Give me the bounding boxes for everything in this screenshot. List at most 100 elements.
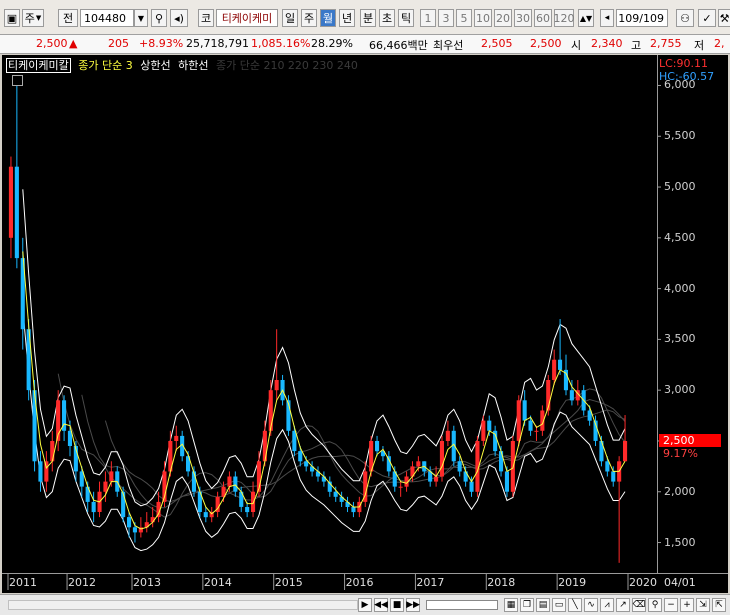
- speaker-icon[interactable]: ◂): [170, 9, 188, 27]
- period-minute-button[interactable]: 분: [360, 9, 376, 27]
- restore-icon[interactable]: ⇱: [712, 598, 726, 612]
- chevron-left-icon[interactable]: ◂: [600, 9, 614, 27]
- date-tick-label: 2020: [629, 576, 657, 589]
- candle-body: [487, 420, 492, 431]
- ruler-icon[interactable]: ▭: [552, 598, 566, 612]
- link-icon[interactable]: ⚇: [676, 9, 694, 27]
- bid-price: 2,505: [481, 37, 513, 50]
- quote-bar: 2,500 ▲ 205 +8.93% 25,718,791 1,085.16% …: [0, 35, 730, 54]
- candle-body: [534, 430, 539, 432]
- zoom-slider[interactable]: [426, 600, 498, 610]
- candle-body: [457, 461, 462, 472]
- change-percent-tag: 9.17%: [663, 446, 698, 460]
- rewind-icon[interactable]: ◀◀: [374, 598, 388, 612]
- candle-body: [351, 507, 356, 513]
- lc-indicator: LC:90.11: [659, 57, 709, 70]
- spin-icon[interactable]: ▲▼: [578, 9, 594, 27]
- grid-icon[interactable]: ▤: [536, 598, 550, 612]
- current-price-tag: 2,500: [659, 433, 721, 447]
- minute-3-button[interactable]: 3: [438, 9, 454, 27]
- candle-body: [445, 430, 450, 441]
- copy-icon[interactable]: ❐: [520, 598, 534, 612]
- grid-toggle-icon[interactable]: [12, 75, 23, 86]
- candle-body: [227, 476, 232, 487]
- minute-20-button[interactable]: 20: [494, 9, 512, 27]
- candle-body: [262, 430, 267, 462]
- trend-icon[interactable]: ↗: [616, 598, 630, 612]
- candle-body: [44, 461, 49, 482]
- candle-body: [416, 461, 421, 467]
- minute-60-button[interactable]: 60: [534, 9, 552, 27]
- candle-body: [14, 166, 19, 259]
- minute-10-button[interactable]: 10: [474, 9, 492, 27]
- code-type-select[interactable]: 주 ▼: [22, 9, 44, 27]
- minute-1-button[interactable]: 1: [420, 9, 436, 27]
- price-tick-label: 4,500: [664, 230, 696, 244]
- play-icon[interactable]: ▶: [358, 598, 372, 612]
- wave-icon[interactable]: ∿: [584, 598, 598, 612]
- candle-body: [481, 420, 486, 441]
- eraser-icon[interactable]: ⌫: [632, 598, 646, 612]
- check-icon[interactable]: ✓: [698, 9, 716, 27]
- zigzag-icon[interactable]: ⩘: [600, 598, 614, 612]
- period-week-button[interactable]: 주: [301, 9, 317, 27]
- date-tick-label: 2011: [9, 576, 37, 589]
- count-display[interactable]: 109/109: [616, 9, 668, 27]
- volume-ratio: 1,085.16%: [251, 37, 311, 50]
- candle-body: [274, 380, 279, 391]
- top-toolbar: ▣ 주 ▼ 전 104480 ▼ ⚲ ◂) 코 티케이케미 일 주 월 년 분 초…: [0, 0, 730, 35]
- low-label: 저: [694, 39, 705, 52]
- price-tick-label: 1,500: [664, 535, 696, 549]
- price-tick-label: 6,000: [664, 78, 696, 92]
- date-tick-label: 2013: [133, 576, 161, 589]
- period-year-button[interactable]: 년: [339, 9, 355, 27]
- minute-120-button[interactable]: 120: [554, 9, 575, 27]
- candle-body: [50, 441, 55, 462]
- zoom-in-icon[interactable]: +: [680, 598, 694, 612]
- date-tick-label: 2012: [68, 576, 97, 589]
- stock-name-field[interactable]: 티케이케미: [216, 9, 278, 27]
- zoom-icon[interactable]: ⚲: [648, 598, 662, 612]
- dropdown-icon: ▼: [35, 14, 42, 22]
- period-day-button[interactable]: 일: [282, 9, 298, 27]
- period-second-button[interactable]: 초: [379, 9, 395, 27]
- period-month-button[interactable]: 월: [320, 9, 336, 27]
- cursor-date-label: 04/01: [664, 576, 696, 589]
- candle-body: [233, 476, 238, 492]
- table-icon[interactable]: ▦: [504, 598, 518, 612]
- chart-scroll-track[interactable]: [8, 600, 358, 610]
- date-tick-label: 2019: [558, 576, 587, 589]
- period-tick-button[interactable]: 틱: [398, 9, 414, 27]
- chart-legend: 티케이케미칼 종가 단순 3 상한선 하한선 종가 단순 210 220 230…: [6, 57, 362, 73]
- zoom-out-icon[interactable]: −: [664, 598, 678, 612]
- tools-icon[interactable]: ⚒: [718, 9, 730, 27]
- open-label: 시: [571, 39, 582, 52]
- line-tool-icon[interactable]: ╲: [568, 598, 582, 612]
- minute-30-button[interactable]: 30: [514, 9, 532, 27]
- candle-body: [552, 359, 557, 380]
- candlestick-plot: [7, 84, 661, 590]
- candle-body: [251, 491, 256, 512]
- name-type-button[interactable]: 코: [198, 9, 214, 27]
- candle-body: [516, 400, 521, 441]
- candle-body: [245, 507, 250, 513]
- best-quote-label: 최우선: [433, 39, 464, 52]
- stock-code-input[interactable]: 104480: [80, 9, 134, 27]
- forward-icon[interactable]: ▶▶: [406, 598, 420, 612]
- candle-body: [623, 441, 628, 462]
- market-button[interactable]: 전: [58, 9, 78, 27]
- date-tick-label: 2015: [274, 576, 303, 589]
- candle-body: [611, 471, 616, 482]
- stop-icon[interactable]: ■: [390, 598, 404, 612]
- chart-type-icon[interactable]: ▣: [4, 9, 20, 27]
- legend-ma: 종가 단순 3: [78, 59, 133, 72]
- price-chart[interactable]: 티케이케미칼 종가 단순 3 상한선 하한선 종가 단순 210 220 230…: [2, 55, 728, 593]
- search-icon[interactable]: ⚲: [151, 9, 167, 27]
- high-label: 고: [631, 39, 642, 52]
- price-tick-label: 2,000: [664, 484, 696, 498]
- volume: 25,718,791: [186, 37, 249, 50]
- minute-5-button[interactable]: 5: [456, 9, 472, 27]
- minimize-icon[interactable]: ⇲: [696, 598, 710, 612]
- candle-body: [103, 481, 108, 492]
- code-dropdown-icon[interactable]: ▼: [134, 9, 148, 27]
